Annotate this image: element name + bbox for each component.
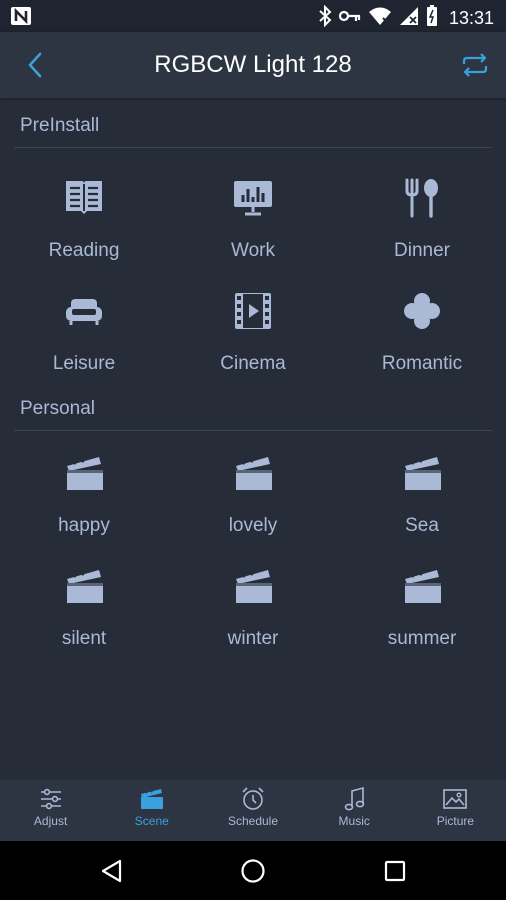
fork-spoon-icon xyxy=(401,178,443,218)
section-title-preinstall: PreInstall xyxy=(20,115,100,136)
tab-label: Schedule xyxy=(227,814,279,828)
scene-label: Work xyxy=(231,240,275,261)
scene-label: happy xyxy=(58,515,110,536)
battery-icon xyxy=(426,5,438,32)
clapperboard-icon xyxy=(232,453,274,493)
clapperboard-icon xyxy=(63,453,105,493)
scene-label: lovely xyxy=(228,515,278,536)
scene-item-romantic[interactable]: Romantic xyxy=(338,291,506,375)
wifi-icon xyxy=(368,6,392,31)
bottom-tab-bar: Adjust Scene Schedule Music Picture xyxy=(0,780,506,841)
scene-item-lovely[interactable]: lovely xyxy=(169,453,337,537)
clapperboard-icon xyxy=(101,786,202,812)
recents-square-icon[interactable] xyxy=(382,858,408,884)
divider xyxy=(14,430,492,431)
page-title: RGBCW Light 128 xyxy=(154,51,352,78)
monitor-chart-icon xyxy=(232,178,274,218)
tab-schedule[interactable]: Schedule xyxy=(202,780,303,841)
scene-item-happy[interactable]: happy xyxy=(0,453,168,537)
tab-music[interactable]: Music xyxy=(304,780,405,841)
tab-picture[interactable]: Picture xyxy=(405,780,506,841)
scene-item-dinner[interactable]: Dinner xyxy=(338,178,506,262)
divider xyxy=(14,147,492,148)
back-triangle-icon[interactable] xyxy=(99,858,125,884)
clapperboard-icon xyxy=(401,453,443,493)
music-note-icon xyxy=(304,786,405,812)
app-header: RGBCW Light 128 xyxy=(0,32,506,98)
sofa-icon xyxy=(63,291,105,331)
n-notification-icon xyxy=(10,6,32,31)
tab-label: Music xyxy=(338,814,370,828)
clock-time: 13:31 xyxy=(448,8,494,28)
scene-label: Dinner xyxy=(394,240,450,261)
sliders-icon xyxy=(0,786,101,812)
scene-item-sea[interactable]: Sea xyxy=(338,453,506,537)
scene-item-work[interactable]: Work xyxy=(169,178,337,262)
scene-label: winter xyxy=(227,628,279,649)
system-navigation-bar xyxy=(0,841,506,900)
scene-label: summer xyxy=(387,628,457,649)
scene-label: Reading xyxy=(48,240,120,261)
scene-label: Leisure xyxy=(52,353,116,374)
clover-icon xyxy=(401,291,443,331)
home-circle-icon[interactable] xyxy=(240,858,266,884)
clapperboard-icon xyxy=(232,566,274,606)
repeat-icon[interactable] xyxy=(460,52,490,78)
tab-adjust[interactable]: Adjust xyxy=(0,780,101,841)
status-bar: 13:31 xyxy=(0,0,506,32)
tab-scene[interactable]: Scene xyxy=(101,780,202,841)
scene-item-cinema[interactable]: Cinema xyxy=(169,291,337,375)
book-icon xyxy=(63,178,105,218)
scene-item-silent[interactable]: silent xyxy=(0,566,168,650)
scene-item-winter[interactable]: winter xyxy=(169,566,337,650)
scene-item-leisure[interactable]: Leisure xyxy=(0,291,168,375)
clapperboard-icon xyxy=(401,566,443,606)
scene-label: Romantic xyxy=(381,353,463,374)
clapperboard-icon xyxy=(63,566,105,606)
bluetooth-icon xyxy=(318,4,332,32)
scene-item-reading[interactable]: Reading xyxy=(0,178,168,262)
key-icon xyxy=(338,9,361,28)
scene-item-summer[interactable]: summer xyxy=(338,566,506,650)
scene-label: Cinema xyxy=(220,353,286,374)
tab-label: Picture xyxy=(436,814,475,828)
tab-label: Scene xyxy=(134,814,169,828)
tab-label: Adjust xyxy=(33,814,68,828)
scene-label: silent xyxy=(61,628,107,649)
film-icon xyxy=(232,291,274,331)
alarm-clock-icon xyxy=(202,786,303,812)
section-title-personal: Personal xyxy=(20,398,95,419)
picture-icon xyxy=(405,786,506,812)
cell-signal-icon xyxy=(399,6,419,31)
scene-label: Sea xyxy=(405,515,439,536)
